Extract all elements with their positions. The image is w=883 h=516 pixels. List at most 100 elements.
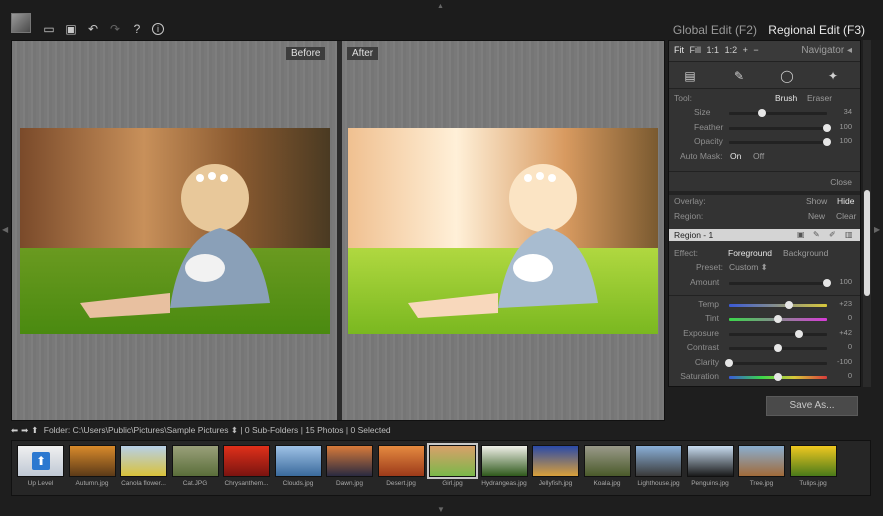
- thumbnail[interactable]: Jellyfish.jpg: [532, 445, 579, 493]
- before-pane[interactable]: Before: [12, 41, 337, 420]
- navigator-title[interactable]: Navigator ◂: [801, 45, 852, 56]
- effect-foreground[interactable]: Foreground: [728, 248, 772, 258]
- feather-slider[interactable]: [729, 124, 831, 132]
- tint-slider[interactable]: [729, 315, 827, 323]
- clarity-slider-knob[interactable]: [725, 359, 733, 367]
- after-pane[interactable]: After: [342, 41, 664, 420]
- preset-select[interactable]: Custom ⬍: [729, 262, 768, 273]
- thumbnail[interactable]: Autumn.jpg: [68, 445, 116, 493]
- opacity-slider[interactable]: [729, 138, 831, 146]
- up-level-thumb[interactable]: ⬆ Up Level: [17, 445, 64, 493]
- thumbnail[interactable]: Tulips.jpg: [789, 445, 837, 493]
- thumbnail[interactable]: Koala.jpg: [583, 445, 631, 493]
- overlay-row: Overlay: Show Hide: [669, 196, 860, 210]
- thumbnail[interactable]: Desert.jpg: [377, 445, 425, 493]
- thumbnail[interactable]: Hydrangeas.jpg: [480, 445, 528, 493]
- opacity-slider-knob[interactable]: [823, 138, 831, 146]
- info-icon[interactable]: i: [152, 23, 164, 35]
- auto-mask-off[interactable]: Off: [753, 151, 764, 161]
- clarity-slider[interactable]: [725, 359, 827, 367]
- contrast-slider[interactable]: [729, 344, 827, 352]
- saturation-slider[interactable]: [729, 373, 827, 381]
- exposure-slider-knob[interactable]: [794, 330, 803, 338]
- thumbnail[interactable]: Tree.jpg: [738, 445, 785, 493]
- redo-icon[interactable]: ↷: [108, 22, 122, 36]
- amount-slider[interactable]: [729, 279, 831, 287]
- temp-slider-knob[interactable]: [785, 301, 794, 309]
- navigator-title-text: Navigator: [801, 45, 845, 56]
- zoom-fit-button[interactable]: Fit: [674, 45, 684, 55]
- undo-icon[interactable]: ↶: [86, 22, 100, 36]
- size-slider[interactable]: [729, 109, 827, 117]
- folder-open-icon[interactable]: ▭: [42, 22, 56, 36]
- thumbnail[interactable]: Chrysanthem...: [223, 445, 270, 493]
- panel-scrollbar[interactable]: [863, 40, 871, 387]
- brush-tool-icon[interactable]: ✎: [731, 68, 747, 84]
- help-icon[interactable]: ?: [130, 22, 144, 36]
- effect-background[interactable]: Background: [783, 248, 828, 258]
- image-canvas[interactable]: Before After: [11, 40, 665, 421]
- thumbnail-caption: Koala.jpg: [593, 480, 621, 487]
- auto-mask-on[interactable]: On: [730, 151, 741, 161]
- zoom-fill-button[interactable]: Fill: [690, 45, 702, 55]
- collapse-bottom-arrow-icon[interactable]: ▼: [437, 505, 445, 514]
- tab-regional-edit[interactable]: Regional Edit (F3): [768, 23, 865, 37]
- clear-region-button[interactable]: Clear: [836, 211, 856, 221]
- thumbnail[interactable]: Lighthouse.jpg: [635, 445, 682, 493]
- thumbnail-image: [532, 445, 579, 477]
- effect-row: Effect: Foreground Background: [669, 248, 860, 262]
- left-panel-arrow-icon[interactable]: ◀: [2, 225, 8, 234]
- tab-global-edit[interactable]: Global Edit (F2): [673, 23, 757, 37]
- feather-value: 100: [839, 122, 852, 131]
- temp-slider[interactable]: [729, 301, 827, 309]
- thumbnail-caption: Tulips.jpg: [799, 480, 827, 487]
- exposure-slider[interactable]: [729, 330, 827, 338]
- collapse-top-arrow-icon[interactable]: ▲: [437, 3, 444, 10]
- panel-scrollbar-thumb[interactable]: [864, 190, 870, 296]
- eraser-option[interactable]: Eraser: [807, 93, 832, 103]
- folder-path-select[interactable]: C:\Users\Public\Pictures\Sample Pictures…: [73, 425, 238, 435]
- close-brush-button[interactable]: Close: [830, 177, 852, 187]
- feather-slider-knob[interactable]: [823, 124, 831, 132]
- thumbnail[interactable]: Cat.JPG: [171, 445, 219, 493]
- navigator-collapse-icon[interactable]: ◂: [847, 45, 852, 56]
- up-arrow-icon[interactable]: ⬆: [31, 425, 38, 435]
- zoom-1-2-button[interactable]: 1:2: [725, 45, 738, 55]
- region-header[interactable]: Region - 1 ▣ ✎ ✐ ▥: [669, 229, 860, 241]
- back-arrow-icon[interactable]: ⬅: [11, 425, 18, 435]
- lasso-tool-icon[interactable]: ◯: [779, 68, 795, 84]
- thumbnail-image: [635, 445, 682, 477]
- overlay-show[interactable]: Show: [806, 196, 827, 206]
- tint-slider-knob[interactable]: [774, 315, 782, 323]
- magic-wand-icon[interactable]: ✦: [825, 68, 841, 84]
- region-visibility-icon[interactable]: ▣: [797, 230, 805, 239]
- new-region-button[interactable]: New: [808, 211, 825, 221]
- saturation-slider-knob[interactable]: [774, 373, 782, 381]
- thumbnail[interactable]: Girl.jpg: [427, 443, 478, 493]
- right-panel-arrow-icon[interactable]: ▶: [874, 225, 880, 234]
- forward-arrow-icon[interactable]: ➡: [21, 425, 28, 435]
- brush-option[interactable]: Brush: [775, 93, 797, 103]
- amount-slider-knob[interactable]: [823, 279, 831, 287]
- save-as-button[interactable]: Save As...: [766, 396, 858, 416]
- thumbnail[interactable]: Canola flower...: [120, 445, 167, 493]
- save-icon[interactable]: ▣: [64, 22, 78, 36]
- thumbnail[interactable]: Penguins.jpg: [686, 445, 734, 493]
- size-slider-knob[interactable]: [758, 109, 767, 117]
- thumbnail-caption: Jellyfish.jpg: [538, 480, 573, 487]
- thumbnail-caption: Cat.JPG: [182, 480, 208, 487]
- before-label: Before: [286, 47, 326, 60]
- region-edit-icon[interactable]: ✐: [829, 230, 836, 239]
- thumbnail[interactable]: Clouds.jpg: [274, 445, 322, 493]
- temp-row: Temp +23: [669, 299, 860, 313]
- thumbnail[interactable]: Dawn.jpg: [326, 445, 373, 493]
- gradient-tool-icon[interactable]: ▤: [682, 68, 698, 84]
- zoom-in-button[interactable]: +: [743, 45, 748, 55]
- overlay-hide[interactable]: Hide: [837, 196, 854, 206]
- region-delete-icon[interactable]: ▥: [845, 230, 853, 239]
- zoom-1-1-button[interactable]: 1:1: [707, 45, 720, 55]
- region-brush-icon[interactable]: ✎: [813, 230, 820, 239]
- zoom-out-button[interactable]: −: [753, 45, 758, 55]
- folder-bar: ⬅ ➡ ⬆ Folder: C:\Users\Public\Pictures\Sam…: [11, 425, 871, 438]
- contrast-slider-knob[interactable]: [774, 344, 782, 352]
